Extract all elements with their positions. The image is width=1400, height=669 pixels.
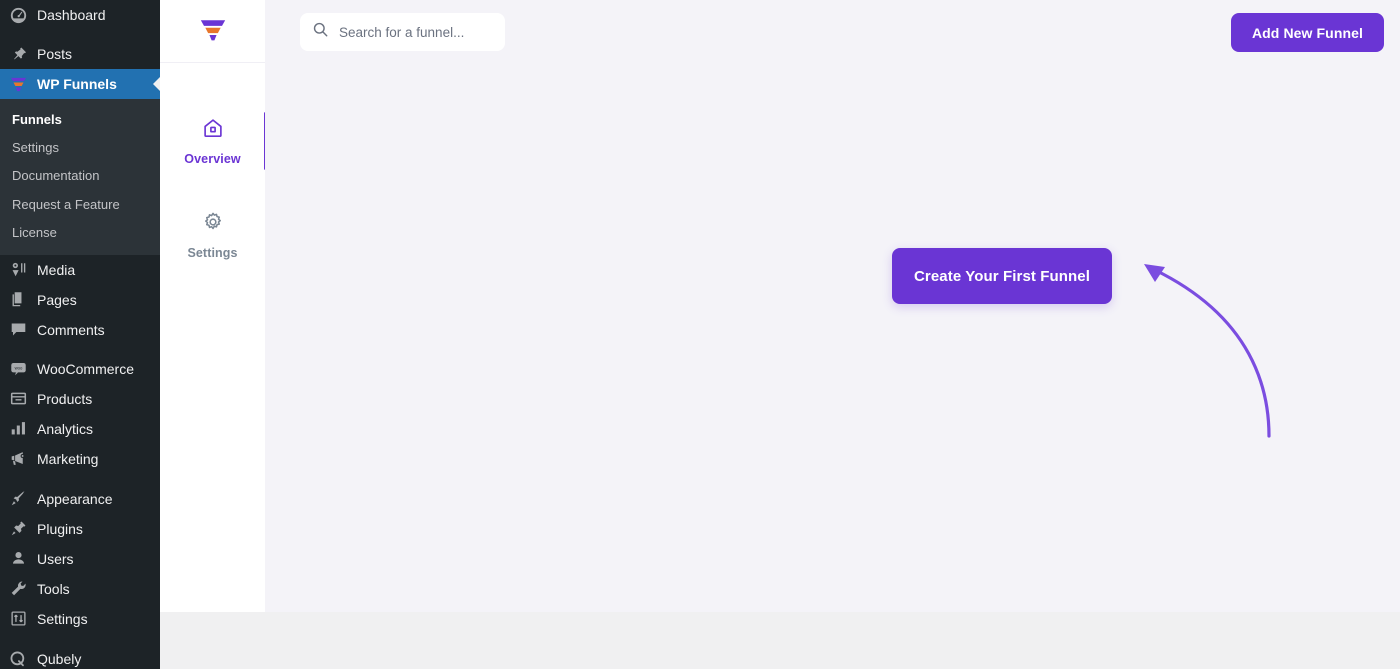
sidebar-item-tools[interactable]: Tools (0, 574, 160, 604)
sidebar-item-label: Settings (37, 610, 88, 627)
media-icon (8, 260, 28, 280)
sidebar-item-label: Posts (37, 46, 73, 62)
sidebar-item-label: Products (37, 390, 93, 407)
sidebar-item-label: Comments (37, 321, 105, 338)
nav-item-label: Overview (184, 152, 241, 166)
submenu-item-funnels[interactable]: Funnels (0, 106, 160, 134)
sidebar-divider-2 (0, 345, 160, 354)
submenu-item-settings[interactable]: Settings (0, 134, 160, 162)
wp-admin-sidebar: Dashboard Posts WP Funnels Funnels Setti… (0, 0, 160, 669)
sidebar-item-label: Dashboard (37, 7, 106, 23)
wp-funnels-logo-icon (198, 16, 228, 46)
sidebar-item-label: Tools (37, 580, 70, 597)
submenu-item-request-a-feature[interactable]: Request a Feature (0, 191, 160, 219)
sidebar-item-analytics[interactable]: Analytics (0, 414, 160, 444)
sidebar-item-woocommerce[interactable]: woo WooCommerce (0, 354, 160, 384)
search-icon (312, 21, 330, 43)
sidebar-item-label: Plugins (37, 520, 83, 537)
sidebar-item-label: Users (37, 550, 74, 567)
admin-screen: Dashboard Posts WP Funnels Funnels Setti… (0, 0, 1400, 669)
sidebar-item-label: Pages (37, 291, 77, 308)
analytics-bars-icon (8, 419, 28, 439)
sidebar-item-pages[interactable]: Pages (0, 285, 160, 315)
search-input[interactable] (339, 24, 489, 40)
products-icon (8, 389, 28, 409)
app-side-nav: Overview Settings (160, 0, 267, 612)
funnel-search-box[interactable] (300, 13, 505, 51)
svg-text:woo: woo (14, 366, 22, 371)
pushpin-icon (8, 44, 28, 64)
paintbrush-icon (8, 489, 28, 509)
app-content: Add New Funnel Create Your First Funnel (265, 0, 1400, 612)
submenu-item-documentation[interactable]: Documentation (0, 162, 160, 190)
qubely-q-icon (8, 649, 28, 669)
sidebar-item-label: WooCommerce (37, 360, 134, 377)
settings-sliders-icon (8, 609, 28, 629)
wrench-icon (8, 579, 28, 599)
sidebar-item-plugins[interactable]: Plugins (0, 514, 160, 544)
add-new-funnel-button[interactable]: Add New Funnel (1230, 13, 1384, 52)
wp-funnels-app: Overview Settings Search for a funnel...… (160, 0, 1400, 612)
sidebar-item-label: Appearance (37, 490, 113, 507)
plug-icon (8, 519, 28, 539)
sidebar-item-label: Media (37, 261, 76, 278)
wp-funnels-submenu: Funnels Settings Documentation Request a… (0, 99, 160, 255)
sidebar-item-label: Marketing (37, 450, 99, 467)
active-item-arrow-icon (153, 76, 160, 92)
user-icon (8, 549, 28, 569)
sidebar-item-dashboard[interactable]: Dashboard (0, 0, 160, 30)
nav-item-settings[interactable]: Settings (160, 202, 265, 269)
sidebar-item-marketing[interactable]: Marketing (0, 444, 160, 474)
woocommerce-icon: woo (8, 359, 28, 379)
gear-icon (202, 211, 224, 238)
nav-item-overview[interactable]: Overview (160, 108, 267, 175)
megaphone-icon (8, 449, 28, 469)
sidebar-divider-4 (0, 634, 160, 644)
sidebar-item-media[interactable]: Media (0, 255, 160, 285)
sidebar-item-settings[interactable]: Settings (0, 604, 160, 634)
submenu-item-license[interactable]: License (0, 219, 160, 247)
app-nav-items: Overview Settings (160, 63, 267, 269)
sidebar-item-wp-funnels[interactable]: WP Funnels (0, 69, 160, 99)
funnels-empty-state: Create Your First Funnel (265, 64, 1400, 612)
app-brand (160, 0, 265, 63)
sidebar-divider-1 (0, 30, 160, 39)
sidebar-item-appearance[interactable]: Appearance (0, 484, 160, 514)
curved-arrow-icon (1125, 240, 1285, 460)
sidebar-item-label: Analytics (37, 420, 94, 437)
home-icon (202, 117, 224, 144)
sidebar-item-products[interactable]: Products (0, 384, 160, 414)
nav-item-label: Settings (187, 246, 238, 260)
sidebar-item-posts[interactable]: Posts (0, 39, 160, 69)
sidebar-item-comments[interactable]: Comments (0, 315, 160, 345)
sidebar-item-users[interactable]: Users (0, 544, 160, 574)
sidebar-divider-3 (0, 474, 160, 484)
create-first-funnel-button[interactable]: Create Your First Funnel (892, 248, 1112, 304)
pages-icon (8, 290, 28, 310)
sidebar-item-label: WP Funnels (37, 76, 117, 92)
sidebar-item-qubely[interactable]: Qubely (0, 644, 160, 669)
dashboard-gauge-icon (8, 5, 28, 25)
comments-icon (8, 320, 28, 340)
app-topbar: Add New Funnel (265, 0, 1400, 64)
sidebar-item-label: Qubely (37, 650, 82, 667)
funnel-icon (8, 74, 28, 94)
page-footer (160, 612, 1400, 669)
